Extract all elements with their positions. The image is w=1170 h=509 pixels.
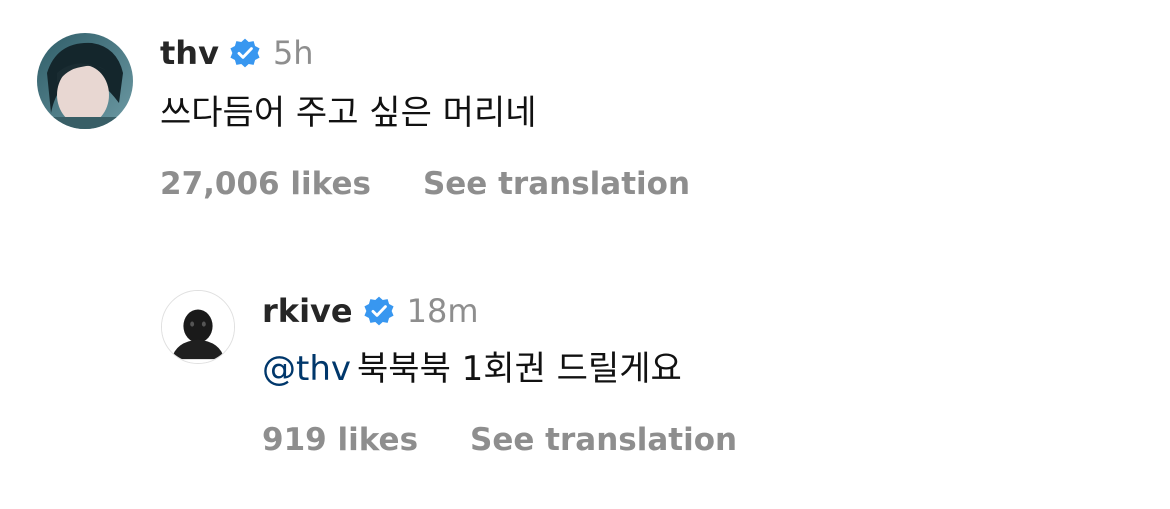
- mention-link[interactable]: @thv: [262, 349, 351, 389]
- see-translation-button[interactable]: See translation: [423, 166, 690, 202]
- comment-text: @thv 북북북 1회권 드릴게요: [262, 346, 737, 392]
- comment-actions: 919 likes See translation: [262, 420, 737, 460]
- avatar-thv[interactable]: [37, 33, 133, 129]
- comment-header: rkive 18m: [262, 288, 737, 334]
- verified-badge-icon: [363, 295, 395, 327]
- comment-header: thv 5h: [160, 30, 690, 76]
- timestamp: 18m: [406, 292, 479, 330]
- verified-badge-icon: [229, 37, 261, 69]
- profile-photo-icon: [162, 291, 234, 363]
- comment-body: thv 5h 쓰다듬어 주고 싶은 머리네 27,006 likes See t…: [160, 30, 690, 204]
- likes-count[interactable]: 919 likes: [262, 422, 418, 458]
- username[interactable]: thv: [160, 34, 219, 72]
- username[interactable]: rkive: [262, 292, 353, 330]
- avatar-rkive[interactable]: [161, 290, 235, 364]
- timestamp: 5h: [272, 34, 314, 72]
- comment-text: 쓰다듬어 주고 싶은 머리네: [160, 90, 690, 136]
- likes-count[interactable]: 27,006 likes: [160, 166, 371, 202]
- comment-body: rkive 18m @thv 북북북 1회권 드릴게요 919 likes See…: [262, 288, 737, 460]
- see-translation-button[interactable]: See translation: [470, 422, 737, 458]
- comment-text-body: 쓰다듬어 주고 싶은 머리네: [160, 93, 537, 133]
- comment-text-body: 북북북 1회권 드릴게요: [357, 349, 682, 389]
- profile-photo-icon: [37, 33, 133, 129]
- comment-actions: 27,006 likes See translation: [160, 164, 690, 204]
